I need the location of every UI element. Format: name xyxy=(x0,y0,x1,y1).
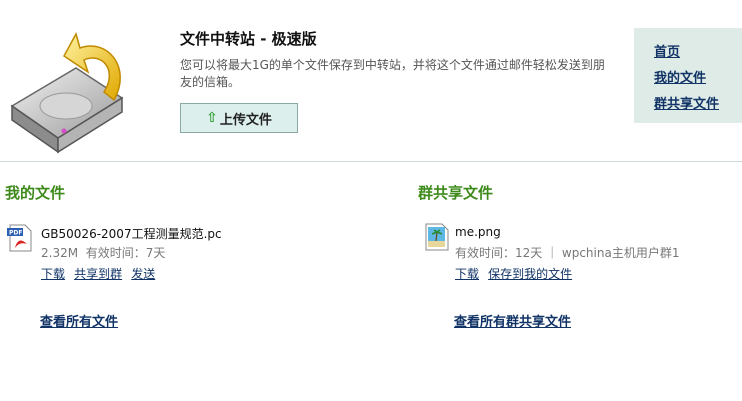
nav-my-files-link[interactable]: 我的文件 xyxy=(654,67,706,86)
image-file-icon xyxy=(425,223,449,251)
my-file-size: 2.32M xyxy=(41,246,79,260)
page-description: 您可以将最大1G的单个文件保存到中转站，并将这个文件通过邮件轻松发送到朋友的信箱… xyxy=(180,58,605,89)
my-file-name[interactable]: GB50026-2007工程测量规范.pc xyxy=(41,225,222,242)
nav-group-files-link[interactable]: 群共享文件 xyxy=(654,93,719,112)
my-file-send-link[interactable]: 发送 xyxy=(131,267,155,281)
nav-home-link[interactable]: 首页 xyxy=(654,41,680,60)
group-file-meta: 有效时间：12天 ｜ wpchina主机用户群1 xyxy=(455,246,680,260)
my-file-download-link[interactable]: 下载 xyxy=(41,267,65,281)
up-arrow-icon: ⇧ xyxy=(206,110,218,126)
my-file-meta: 2.32M 有效时间：7天 xyxy=(41,244,165,261)
page-title: 文件中转站 - 极速版 xyxy=(180,30,317,48)
pdf-file-icon: PDF xyxy=(7,224,32,252)
group-file-actions: 下载 保存到我的文件 xyxy=(455,263,576,282)
my-file-validity: 有效时间：7天 xyxy=(85,246,166,260)
my-file-share-to-group-link[interactable]: 共享到群 xyxy=(74,267,122,281)
group-file-save-link[interactable]: 保存到我的文件 xyxy=(488,267,572,281)
view-all-files-link[interactable]: 查看所有文件 xyxy=(40,311,118,330)
my-file-actions: 下载 共享到群 发送 xyxy=(41,263,159,282)
view-all-group-files-link[interactable]: 查看所有群共享文件 xyxy=(454,311,571,330)
header-divider xyxy=(0,161,742,162)
group-file-name[interactable]: me.png xyxy=(455,225,501,239)
group-file-download-link[interactable]: 下载 xyxy=(455,267,479,281)
group-files-title: 群共享文件 xyxy=(418,184,494,202)
upload-file-label: 上传文件 xyxy=(219,112,272,128)
hard-drive-upload-icon xyxy=(10,32,124,154)
my-files-title: 我的文件 xyxy=(5,184,66,202)
quick-nav: 首页 我的文件 群共享文件 xyxy=(634,28,742,123)
svg-text:PDF: PDF xyxy=(9,230,22,237)
upload-file-button[interactable]: ⇧ 上传文件 xyxy=(180,103,298,133)
